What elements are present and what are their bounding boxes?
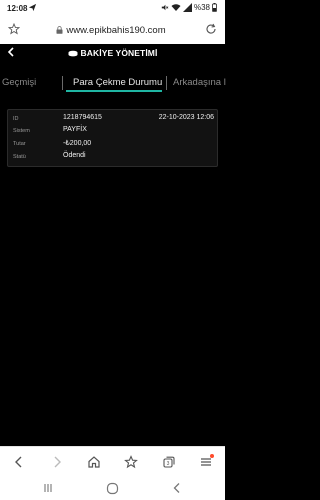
status-bar: 12:08 %38 [0,0,225,16]
active-tab-indicator [66,90,162,92]
forward-arrow-icon[interactable] [50,455,64,469]
system-label: Sistem [13,128,30,134]
system-value: PAYFİX [63,126,87,133]
status-value: Ödendi [63,152,86,159]
withdrawal-card: ID 1218794615 22-10-2023 12:06 Sistem PA… [7,109,218,167]
row-status: Statü Ödendi [8,151,219,163]
wifi-icon [171,4,181,11]
page-title: BAKİYE YÖNETİMİ [80,48,158,58]
tab-divider [166,76,167,90]
row-amount: Tutar -₺200,00 [8,138,219,150]
back-chevron-icon[interactable] [172,482,182,494]
page-header: BAKİYE YÖNETİMİ [0,44,225,62]
browser-bar: www.epikbahis190.com [0,16,225,44]
battery-icon [212,3,217,12]
status-icons: %38 [160,3,217,12]
recent-apps-icon[interactable] [42,482,54,494]
mute-icon [161,4,169,11]
browser-bottom-nav: 3 [0,446,225,476]
tabs-icon[interactable]: 3 [162,455,176,469]
refresh-icon[interactable] [205,23,217,35]
battery-percent: %38 [193,3,210,12]
back-arrow-icon[interactable] [12,455,26,469]
tab-bar: lem Geçmişi Para Çekme Durumu Arkadaşına… [0,70,226,92]
lock-icon [56,26,63,34]
tab-divider [62,76,63,90]
status-time: 12:08 [7,4,28,13]
svg-text:3: 3 [167,461,170,467]
signal-icon [182,3,192,12]
id-label: ID [13,116,19,122]
home-icon[interactable] [87,455,101,469]
home-circle-icon[interactable] [106,482,119,495]
tab-friend-transfer[interactable]: Arkadaşına l [173,77,226,88]
amount-label: Tutar [13,141,26,147]
row-system: Sistem PAYFİX [8,125,219,137]
id-value: 1218794615 [63,114,102,121]
row-id: ID 1218794615 22-10-2023 12:06 [8,113,219,125]
address-bar[interactable]: www.epikbahis190.com [26,22,196,38]
bookmark-star-icon[interactable] [124,455,138,469]
home-icon[interactable] [8,23,20,35]
notification-dot [210,454,214,458]
menu-button[interactable] [199,454,214,469]
status-label: Statü [13,154,26,160]
system-nav [0,476,225,500]
url-text: www.epikbahis190.com [66,24,166,36]
date-value: 22-10-2023 12:06 [158,114,214,121]
tab-transaction-history[interactable]: lem Geçmişi [0,77,36,88]
amount-value: -₺200,00 [63,140,92,147]
wallet-icon [68,50,78,56]
send-icon [28,3,37,12]
tab-withdrawal-status[interactable]: Para Çekme Durumu [73,77,162,88]
